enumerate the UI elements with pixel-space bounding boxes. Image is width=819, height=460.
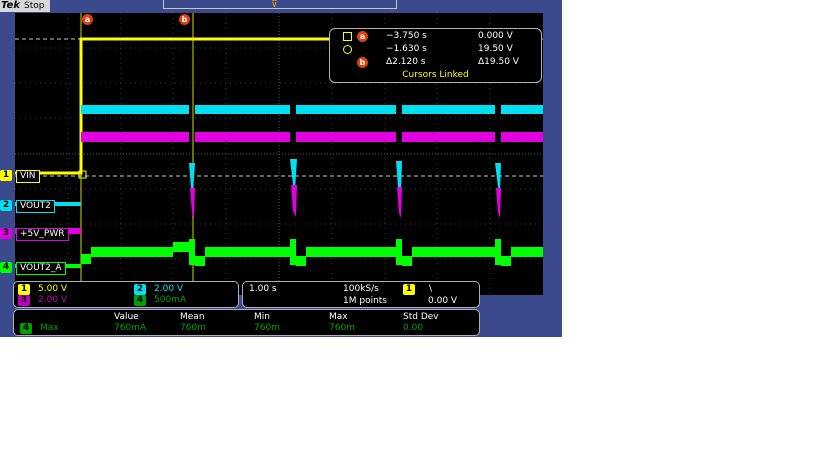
ch4-label: VOUT2_A: [16, 262, 66, 275]
cursor-a-badge: a: [357, 31, 368, 42]
ch4-badge: 4: [0, 262, 12, 273]
ch3-scale-value: 2.00 V: [38, 295, 68, 305]
ch3-scale-badge: 3: [18, 295, 30, 306]
cursor-a-marker[interactable]: a: [82, 14, 93, 25]
cursor-delta-row: b Δ2.120 s Δ19.50 V: [330, 56, 541, 69]
horizontal-scale: 1.00 s: [249, 284, 277, 294]
meas-header-mean: Mean: [180, 312, 205, 322]
acquisition-state: Stop: [24, 1, 45, 11]
cursor-a-row: a −3.750 s 0.000 V: [330, 30, 541, 43]
ch1-scale[interactable]: 1 5.00 V: [18, 284, 118, 295]
trigger-position-icon[interactable]: ⊽: [271, 0, 278, 10]
ch2-label: VOUT2: [16, 200, 55, 213]
cursor-a-value: 0.000 V: [478, 31, 513, 41]
cursor-b-marker[interactable]: b: [179, 14, 190, 25]
ch4-scale[interactable]: 4 500mA: [134, 295, 234, 306]
cursor-a-time: −3.750 s: [386, 31, 427, 41]
ch4-scale-value: 500mA: [154, 295, 187, 305]
ch2-badge: 2: [0, 200, 12, 211]
record-view-bar[interactable]: [163, 0, 397, 9]
ch3-badge: 3: [0, 228, 12, 239]
cursor-b-value: 19.50 V: [478, 44, 513, 54]
ch4-scale-badge: 4: [134, 295, 146, 306]
meas-value: 760mA: [114, 323, 147, 333]
ch2-scale[interactable]: 2 2.00 V: [134, 284, 234, 295]
sample-rate: 100kS/s: [343, 284, 379, 294]
waveform-graticule[interactable]: a b a −3.750 s 0.000 V −1.630 s 19.50 V …: [15, 13, 543, 295]
cursor-delta-time: Δ2.120 s: [386, 57, 426, 67]
record-length: 1M points: [343, 296, 387, 306]
ch2-scale-badge: 2: [134, 284, 146, 295]
meas-header-stddev: Std Dev: [403, 312, 439, 322]
meas-source-badge: 4: [20, 323, 32, 334]
ch3-5v-pwr-trace: [15, 132, 543, 234]
trigger-source-badge: 1: [403, 284, 415, 295]
vertical-scale-panel[interactable]: 1 5.00 V 2 2.00 V 3 2.00 V 4 500mA: [13, 281, 239, 308]
meas-header-min: Min: [254, 312, 270, 322]
trigger-source: 1 \: [403, 284, 463, 295]
brand-logo: Tek: [1, 0, 20, 11]
trigger-slope-icon: \: [429, 284, 433, 294]
meas-min: 760m: [254, 323, 280, 333]
ch4-vout2-a-trace: [15, 239, 543, 268]
ch1-badge: 1: [0, 170, 12, 181]
meas-name: Max: [40, 323, 59, 333]
meas-mean: 760m: [180, 323, 206, 333]
ch1-label: VIN: [16, 170, 40, 183]
cursor-delta-value: Δ19.50 V: [478, 57, 519, 67]
ch1-scale-badge: 1: [18, 284, 30, 295]
ch3-scale[interactable]: 3 2.00 V: [18, 295, 118, 306]
cursor-b-time: −1.630 s: [386, 44, 427, 54]
meas-header-value: Value: [114, 312, 139, 322]
cursor-square-icon: [343, 32, 352, 41]
meas-max: 760m: [329, 323, 355, 333]
trigger-level: 0.00 V: [428, 296, 458, 306]
meas-stddev: 0.00: [403, 323, 424, 333]
oscilloscope-display: Tek Stop ⊽ a b a −3.750 s 0.000 V −1.630…: [0, 0, 562, 337]
horizontal-trigger-panel[interactable]: 1.00 s 100kS/s 1M points 1 \ 0.00 V: [242, 281, 480, 308]
cursor-b-badge: b: [357, 57, 368, 68]
meas-header-max: Max: [329, 312, 348, 322]
measurement-panel[interactable]: Value Mean Min Max Std Dev 4 Max 760mA 7…: [13, 309, 480, 336]
cursor-circle-icon: [343, 45, 352, 54]
meas-source: 4 Max: [20, 323, 100, 334]
cursors-linked-label: Cursors Linked: [402, 70, 469, 80]
cursor-b-row: −1.630 s 19.50 V: [330, 43, 541, 56]
ch2-scale-value: 2.00 V: [154, 284, 184, 294]
ch1-scale-value: 5.00 V: [38, 284, 68, 294]
top-status-bar: Tek Stop ⊽: [0, 0, 562, 13]
cursor-readout-panel: a −3.750 s 0.000 V −1.630 s 19.50 V b Δ2…: [329, 28, 542, 83]
ch3-label: +5V_PWR: [16, 228, 69, 241]
